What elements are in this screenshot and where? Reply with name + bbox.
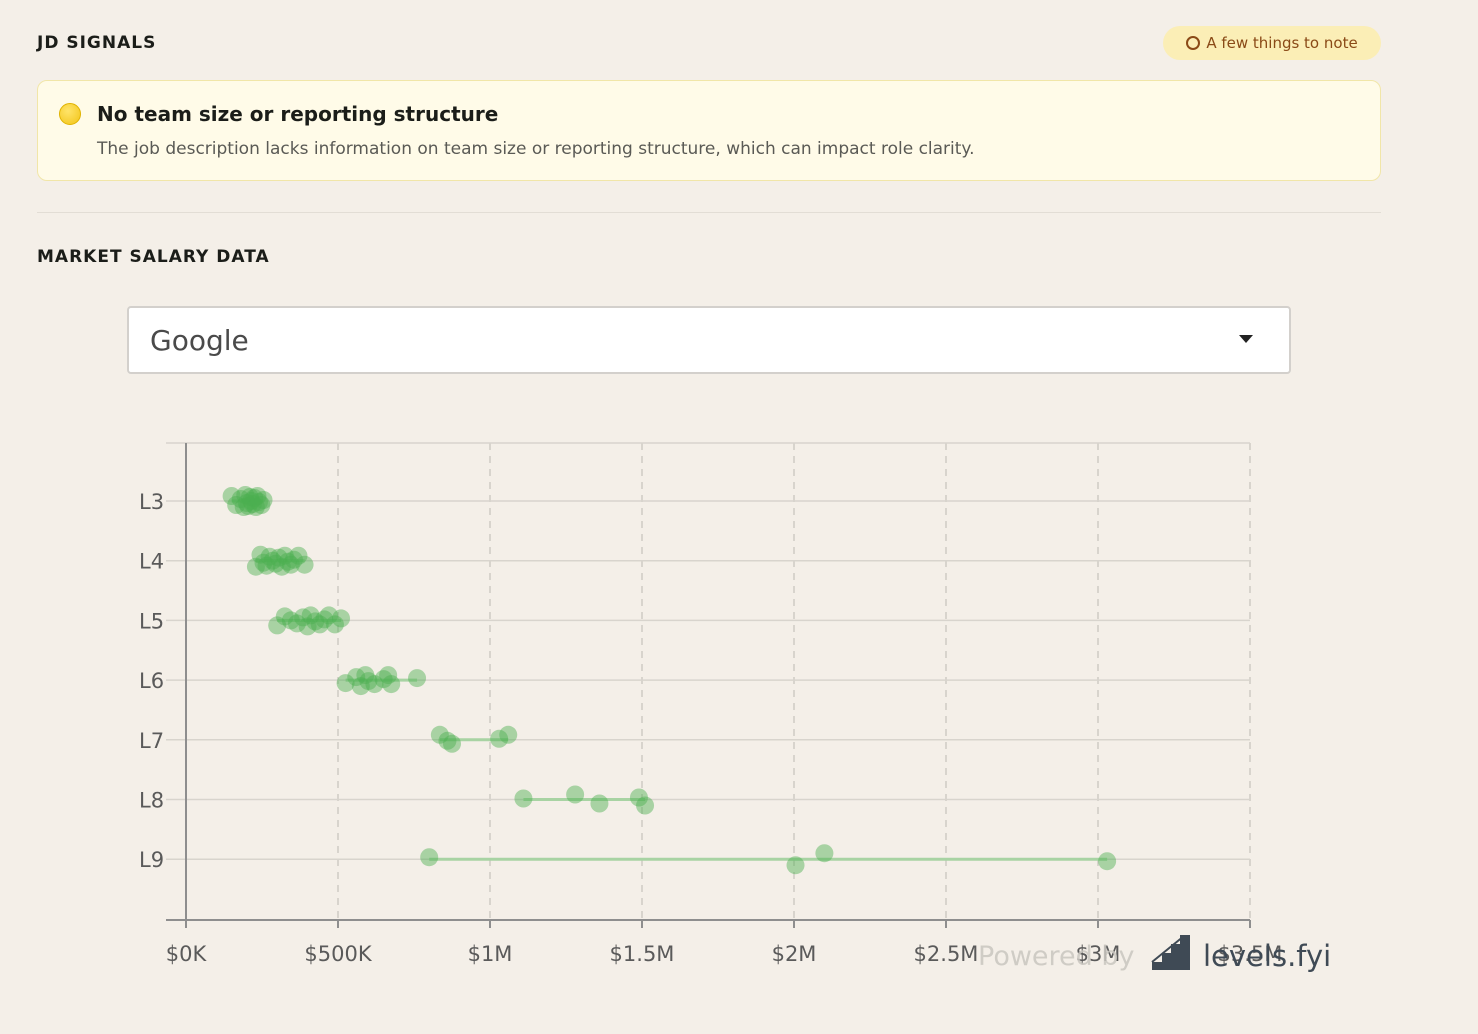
y-tick-label: L6 [139,669,164,693]
salary-point [295,555,314,574]
salary-point [332,609,351,628]
powered-by-attribution[interactable]: Powered by levels.fyi [978,935,1331,973]
salary-point [499,725,518,744]
levels-fyi-brand: levels.fyi [1203,939,1331,973]
y-tick-label: L3 [139,490,164,514]
y-tick-label: L4 [139,550,164,574]
salary-point [408,669,427,688]
x-tick-label: $0K [166,942,208,966]
salary-point [420,848,439,867]
salary-point [636,796,655,815]
salary-point [254,491,273,509]
y-tick-label: L5 [139,609,164,633]
salary-point [786,856,805,875]
x-tick-label: $1M [468,942,513,966]
salary-point [590,794,609,813]
page: JD SIGNALS A few things to note No team … [0,0,1478,1034]
salary-point [815,844,834,863]
salary-point [382,675,401,694]
powered-by-text: Powered by [978,941,1135,972]
salary-chart: $0K $500K $1M $1.5M $2M $2.5M $3M $3.5ML3L4L5L6… [139,442,1331,973]
salary-point [514,789,533,808]
salary-point [443,734,461,753]
x-tick-label: $2M [772,942,817,966]
x-tick-label: $500K [304,942,372,966]
x-tick-label: $2.5M [914,942,979,966]
y-tick-label: L8 [139,789,164,813]
y-tick-label: L9 [139,848,164,872]
salary-point [566,785,585,804]
salary-point [1098,852,1117,871]
y-tick-label: L7 [139,729,164,753]
levels-logo-icon [1151,935,1190,970]
x-tick-label: $1.5M [610,942,675,966]
